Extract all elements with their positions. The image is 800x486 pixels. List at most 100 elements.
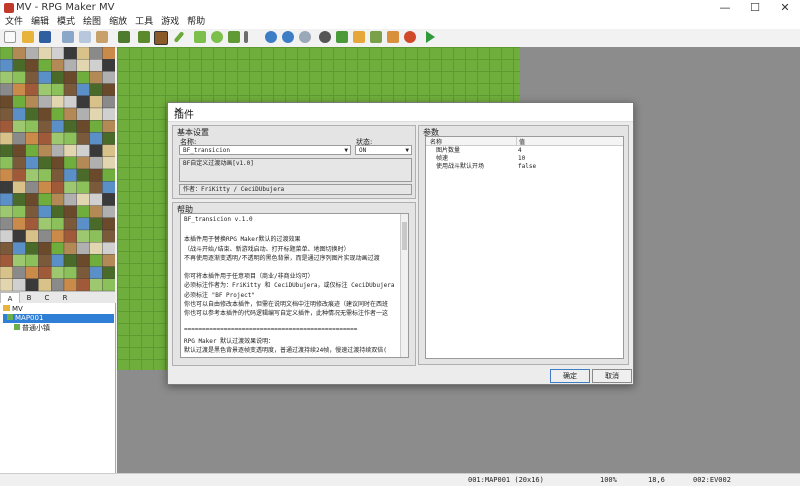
- tile[interactable]: [0, 83, 13, 96]
- tile[interactable]: [38, 132, 52, 145]
- tile[interactable]: [102, 95, 115, 109]
- help-scroll-thumb[interactable]: [402, 222, 407, 250]
- tile[interactable]: [89, 71, 103, 84]
- tile[interactable]: [76, 144, 90, 157]
- tile[interactable]: [63, 144, 77, 157]
- tile[interactable]: [102, 168, 115, 182]
- tile[interactable]: [76, 156, 90, 170]
- tile[interactable]: [63, 181, 77, 194]
- tile[interactable]: [51, 132, 65, 145]
- tile[interactable]: [76, 83, 90, 96]
- tile[interactable]: [25, 47, 39, 60]
- minimize-button[interactable]: —: [710, 0, 740, 16]
- tile[interactable]: [76, 132, 90, 145]
- tile[interactable]: [102, 156, 115, 170]
- tile[interactable]: [89, 205, 103, 218]
- database-icon[interactable]: [319, 31, 331, 43]
- tile[interactable]: [0, 193, 13, 206]
- tile[interactable]: [89, 242, 103, 255]
- param-name[interactable]: 帧速: [436, 155, 448, 163]
- sound-test-icon[interactable]: [353, 31, 365, 43]
- tile[interactable]: [102, 47, 115, 60]
- tile[interactable]: [0, 132, 13, 145]
- open-folder-icon[interactable]: [22, 31, 34, 43]
- tile[interactable]: [25, 278, 39, 291]
- tile[interactable]: [63, 193, 77, 206]
- parameters-table[interactable]: 名称 值 图片数量 4 帧速 10 使用战斗默认开场 false: [425, 136, 624, 359]
- tile[interactable]: [0, 120, 13, 133]
- param-value[interactable]: false: [518, 163, 536, 171]
- tile[interactable]: [38, 278, 52, 291]
- tile[interactable]: [102, 229, 115, 243]
- resource-manager-icon[interactable]: [387, 31, 399, 43]
- tile[interactable]: [25, 193, 39, 206]
- tile[interactable]: [51, 95, 65, 109]
- tile[interactable]: [63, 107, 77, 121]
- pencil-icon[interactable]: [173, 31, 185, 43]
- tile[interactable]: [25, 266, 39, 279]
- tile[interactable]: [25, 242, 39, 255]
- menu-scale[interactable]: 缩放: [109, 16, 127, 29]
- tile[interactable]: [25, 181, 39, 194]
- tile[interactable]: [0, 181, 13, 194]
- tile[interactable]: [89, 229, 103, 243]
- tile[interactable]: [25, 229, 39, 243]
- tile[interactable]: [12, 47, 26, 60]
- menu-tools[interactable]: 工具: [135, 16, 153, 29]
- tile[interactable]: [0, 254, 13, 267]
- tile[interactable]: [63, 229, 77, 243]
- tile[interactable]: [38, 144, 52, 157]
- tile[interactable]: [89, 181, 103, 194]
- tile[interactable]: [102, 83, 115, 96]
- tile[interactable]: [76, 107, 90, 121]
- tile[interactable]: [38, 120, 52, 133]
- tile[interactable]: [76, 278, 90, 291]
- zoom-out-icon[interactable]: [282, 31, 294, 43]
- tile[interactable]: [51, 71, 65, 84]
- close-button[interactable]: ✕: [770, 0, 800, 16]
- tile[interactable]: [51, 47, 65, 60]
- shadow-pen-icon[interactable]: [244, 31, 248, 43]
- tile[interactable]: [89, 254, 103, 267]
- tile[interactable]: [0, 47, 13, 60]
- tile[interactable]: [63, 59, 77, 72]
- tile[interactable]: [51, 193, 65, 206]
- tile[interactable]: [12, 193, 26, 206]
- tile[interactable]: [0, 217, 13, 231]
- tile[interactable]: [0, 95, 13, 109]
- cut-icon[interactable]: [62, 31, 74, 43]
- tile[interactable]: [0, 229, 13, 243]
- help-scrollbar[interactable]: [400, 214, 408, 357]
- tile[interactable]: [102, 107, 115, 121]
- tile[interactable]: [51, 229, 65, 243]
- tile[interactable]: [38, 47, 52, 60]
- tileset-palette[interactable]: [0, 47, 115, 291]
- menu-draw[interactable]: 绘图: [83, 16, 101, 29]
- tile[interactable]: [12, 217, 26, 231]
- tile[interactable]: [102, 120, 115, 133]
- tile[interactable]: [76, 181, 90, 194]
- tile[interactable]: [51, 266, 65, 279]
- tile[interactable]: [89, 132, 103, 145]
- tile[interactable]: [76, 229, 90, 243]
- tile[interactable]: [38, 266, 52, 279]
- tile[interactable]: [12, 95, 26, 109]
- tile[interactable]: [25, 59, 39, 72]
- tile[interactable]: [63, 242, 77, 255]
- tile[interactable]: [12, 59, 26, 72]
- menu-game[interactable]: 游戏: [161, 16, 179, 29]
- tile[interactable]: [38, 71, 52, 84]
- tile[interactable]: [25, 107, 39, 121]
- tile[interactable]: [102, 144, 115, 157]
- tile[interactable]: [102, 242, 115, 255]
- zoom-in-icon[interactable]: [265, 31, 277, 43]
- tile[interactable]: [0, 242, 13, 255]
- tile[interactable]: [89, 266, 103, 279]
- new-project-icon[interactable]: [4, 31, 16, 43]
- rectangle-icon[interactable]: [194, 31, 206, 43]
- tile[interactable]: [89, 59, 103, 72]
- menu-help[interactable]: 帮助: [187, 16, 205, 29]
- tile[interactable]: [89, 193, 103, 206]
- tile[interactable]: [0, 168, 13, 182]
- tile[interactable]: [89, 120, 103, 133]
